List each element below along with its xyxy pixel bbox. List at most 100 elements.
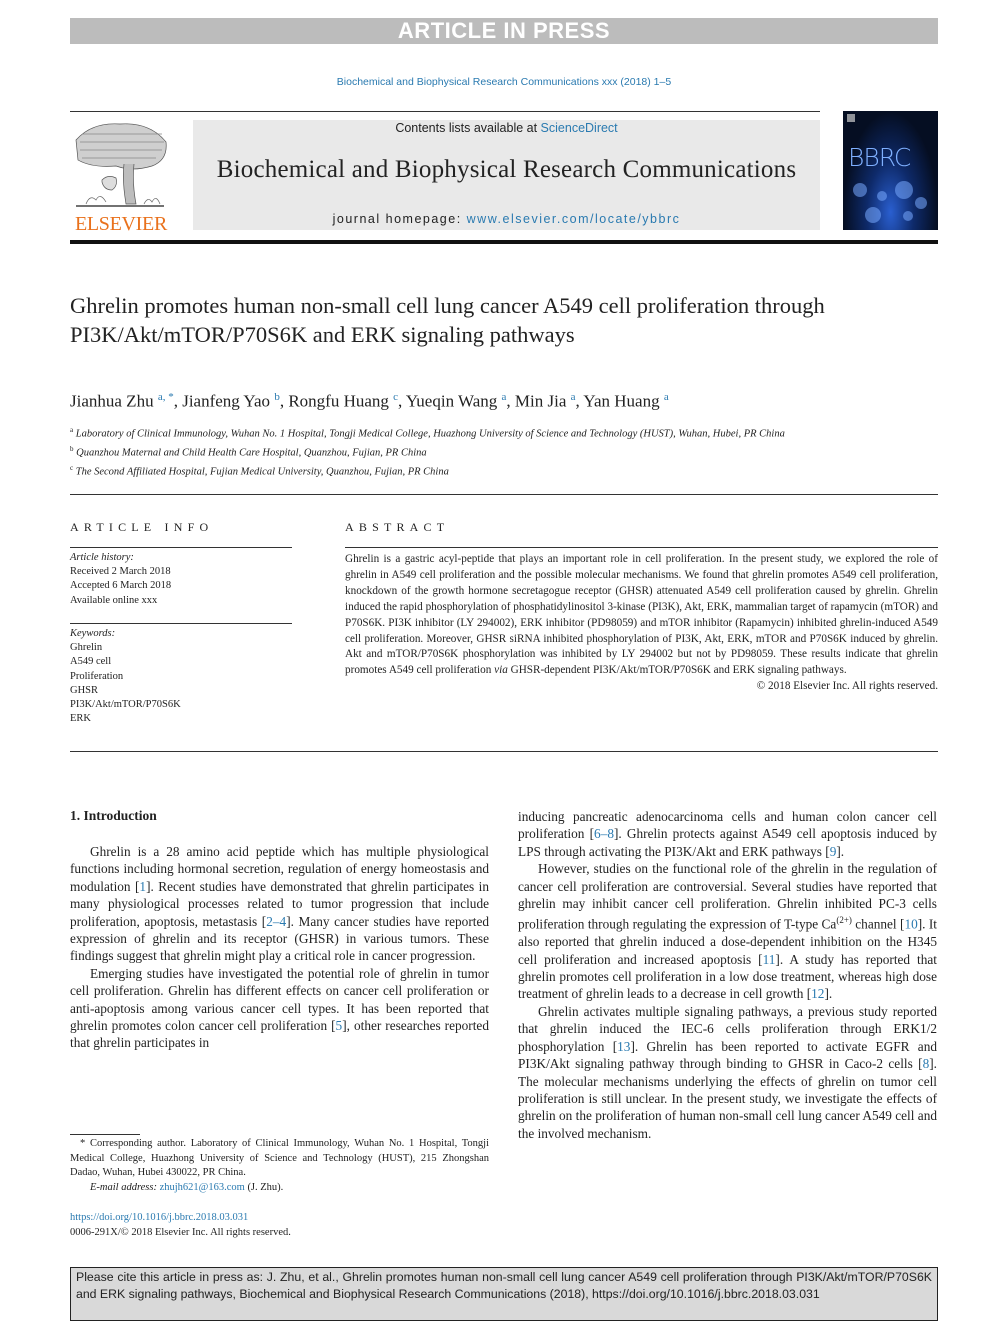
author[interactable]: Min Jia [515, 392, 566, 411]
divider [70, 751, 938, 752]
affiliation-text: The Second Affiliated Hospital, Fujian M… [75, 466, 449, 478]
article-in-press-banner: ARTICLE IN PRESS [70, 18, 938, 44]
affiliation-key: a [70, 426, 74, 434]
history-item: Received 2 March 2018 [70, 566, 171, 578]
citation-text: Please cite this article in press as: J.… [76, 1270, 932, 1301]
reference-link[interactable]: 13 [617, 1039, 630, 1054]
paragraph: inducing pancreatic adenocarcinoma cells… [518, 809, 937, 859]
masthead-divider [70, 240, 938, 244]
author[interactable]: Yueqin Wang [406, 392, 497, 411]
abstract-text: Ghrelin is a gastric acyl-peptide that p… [345, 552, 938, 679]
citation-box: Please cite this article in press as: J.… [70, 1267, 938, 1321]
history-item: Available online xxx [70, 594, 158, 606]
paragraph: Ghrelin is a 28 amino acid peptide which… [70, 844, 489, 964]
elsevier-logo[interactable]: ELSEVIER [70, 118, 172, 236]
issn-copyright: 0006-291X/© 2018 Elsevier Inc. All right… [70, 1226, 291, 1238]
divider [70, 494, 938, 495]
author-affiliation-mark[interactable]: a [502, 391, 507, 403]
paragraph: However, studies on the functional role … [518, 861, 937, 1002]
email-line: E-mail address: zhujh621@163.com (J. Zhu… [70, 1181, 489, 1196]
keyword: A549 cell [70, 656, 112, 668]
keywords-label: Keywords: [70, 628, 116, 639]
author-list: Jianhua Zhu a, *, Jianfeng Yao b, Rongfu… [70, 391, 669, 411]
journal-name: Biochemical and Biophysical Research Com… [216, 156, 797, 183]
doi-block: https://doi.org/10.1016/j.bbrc.2018.03.0… [70, 1211, 291, 1240]
abstract-heading: ABSTRACT [345, 520, 450, 534]
article-info-heading: ARTICLE INFO [70, 520, 214, 534]
article-title: Ghrelin promotes human non-small cell lu… [70, 293, 825, 347]
reference-link[interactable]: 12 [811, 986, 824, 1001]
body-column-left: Ghrelin is a 28 amino acid peptide which… [70, 843, 489, 1052]
affiliations: a Laboratory of Clinical Immunology, Wuh… [70, 423, 830, 479]
author[interactable]: Yan Huang [583, 392, 659, 411]
keyword: Ghrelin [70, 642, 103, 654]
journal-reference-link[interactable]: Biochemical and Biophysical Research Com… [0, 76, 992, 88]
divider [70, 111, 820, 112]
contents-prefix: Contents lists available at [395, 121, 541, 135]
keyword: GHSR [70, 684, 99, 696]
journal-masthead: Contents lists available at ScienceDirec… [193, 120, 820, 230]
divider [345, 547, 938, 548]
paragraph: Emerging studies have investigated the p… [70, 965, 489, 1051]
reference-link[interactable]: 6–8 [594, 826, 614, 841]
author-affiliation-mark[interactable]: a [571, 391, 576, 403]
keyword: ERK [70, 713, 91, 725]
homepage-link[interactable]: www.elsevier.com/locate/ybbrc [467, 212, 681, 226]
journal-cover-thumbnail[interactable]: BBRC [843, 111, 938, 230]
affiliation-text: Quanzhou Maternal and Child Health Care … [76, 447, 427, 459]
author-affiliation-mark[interactable]: b [274, 391, 280, 403]
paragraph: Ghrelin activates multiple signaling pat… [518, 1003, 937, 1141]
homepage-prefix: journal homepage: [332, 212, 467, 226]
history-label: Article history: [70, 552, 134, 563]
history-item: Accepted 6 March 2018 [70, 580, 172, 592]
author[interactable]: Rongfu Huang [288, 392, 389, 411]
doi-link[interactable]: https://doi.org/10.1016/j.bbrc.2018.03.0… [70, 1212, 248, 1223]
author-affiliation-mark[interactable]: c [393, 391, 398, 403]
keyword: PI3K/Akt/mTOR/P70S6K [70, 699, 181, 711]
author[interactable]: Jianfeng Yao [182, 392, 270, 411]
affiliation-key: c [70, 463, 74, 472]
abstract-text-italic: via [494, 664, 508, 677]
body-column-right: inducing pancreatic adenocarcinoma cells… [518, 808, 937, 1142]
keyword: Proliferation [70, 670, 124, 682]
divider [70, 547, 292, 548]
cover-bokeh [865, 207, 881, 223]
affiliation: b Quanzhou Maternal and Child Health Car… [70, 442, 830, 461]
affiliation-key: b [70, 444, 74, 453]
cover-bokeh [853, 183, 867, 197]
section-heading-introduction: 1. Introduction [70, 808, 157, 823]
contents-line: Contents lists available at ScienceDirec… [193, 120, 820, 136]
elsevier-tree-icon [72, 120, 168, 212]
reference-link[interactable]: 10 [904, 917, 917, 932]
affiliation: a Laboratory of Clinical Immunology, Wuh… [70, 423, 830, 442]
reference-link[interactable]: 11 [763, 952, 776, 967]
elsevier-wordmark: ELSEVIER [74, 213, 168, 235]
author-affiliation-mark[interactable]: a [664, 391, 669, 403]
divider [70, 623, 292, 624]
affiliation: c The Second Affiliated Hospital, Fujian… [70, 461, 830, 480]
author-affiliation-mark[interactable]: a, * [158, 391, 174, 403]
abstract-body: Ghrelin is a gastric acyl-peptide that p… [345, 552, 938, 695]
cover-bokeh [915, 197, 927, 209]
cover-bokeh [877, 191, 887, 201]
article-history: Article history: Received 2 March 2018 A… [70, 551, 295, 608]
cover-bokeh [903, 211, 913, 221]
abstract-text-part: GHSR-dependent PI3K/Akt/mTOR/P70S6K and … [507, 664, 847, 677]
abstract-text-part: Ghrelin is a gastric acyl-peptide that p… [345, 553, 938, 677]
cover-bokeh [895, 181, 913, 199]
email-label: E-mail address: [90, 1181, 160, 1193]
corresponding-author-note: * Corresponding author. Laboratory of Cl… [70, 1138, 489, 1178]
cover-publisher-mark [847, 114, 855, 122]
footnote-divider [70, 1134, 140, 1135]
email-suffix: (J. Zhu). [244, 1181, 284, 1193]
corresponding-author-footnote: * Corresponding author. Laboratory of Cl… [70, 1137, 489, 1195]
affiliation-text: Laboratory of Clinical Immunology, Wuhan… [75, 428, 785, 440]
email-link[interactable]: zhujh621@163.com [160, 1182, 245, 1193]
journal-homepage: journal homepage: www.elsevier.com/locat… [193, 212, 820, 226]
keywords: Keywords: Ghrelin A549 cell Proliferatio… [70, 627, 295, 726]
sciencedirect-link[interactable]: ScienceDirect [541, 121, 618, 135]
reference-link[interactable]: 2–4 [266, 914, 286, 929]
abstract-copyright: © 2018 Elsevier Inc. All rights reserved… [756, 680, 938, 693]
author[interactable]: Jianhua Zhu [70, 392, 154, 411]
cover-title: BBRC [848, 143, 911, 172]
